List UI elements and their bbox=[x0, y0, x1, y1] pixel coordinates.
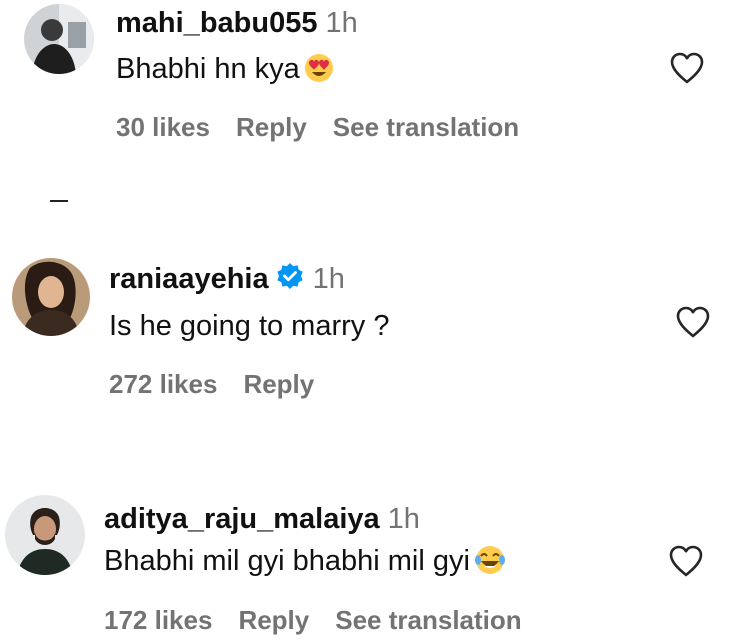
see-translation-button[interactable]: See translation bbox=[335, 605, 521, 635]
avatar[interactable] bbox=[24, 4, 94, 74]
comment-text: Is he going to marry ? bbox=[109, 309, 389, 343]
comment-body: Bhabhi hn kya bbox=[116, 53, 300, 85]
like-heart-icon[interactable] bbox=[669, 51, 705, 90]
reply-button[interactable]: Reply bbox=[236, 112, 307, 142]
avatar-photo bbox=[5, 495, 85, 575]
comment-header: mahi_babu055 1h bbox=[116, 6, 358, 40]
reply-button[interactable]: Reply bbox=[243, 369, 314, 399]
comment-body: Bhabhi mil gyi bhabhi mil gyi bbox=[104, 545, 470, 577]
timestamp: 1h bbox=[312, 263, 345, 295]
comment-actions: 272 likes Reply bbox=[109, 369, 340, 399]
divider bbox=[50, 200, 68, 202]
comment-header: raniaayehia 1h bbox=[109, 262, 345, 300]
avatar[interactable] bbox=[12, 258, 90, 336]
username[interactable]: raniaayehia bbox=[109, 263, 269, 295]
comment-item: mahi_babu055 1h Bhabhi hn kya 30 likes Rep… bbox=[0, 0, 739, 200]
like-heart-icon[interactable] bbox=[668, 544, 704, 583]
comment-actions: 30 likes Reply See translation bbox=[116, 112, 545, 142]
comment-actions: 172 likes Reply See translation bbox=[104, 605, 548, 635]
comment-text: Bhabhi hn kya bbox=[116, 52, 334, 91]
likes-count[interactable]: 272 likes bbox=[109, 369, 217, 399]
verified-badge-icon bbox=[275, 262, 305, 300]
username[interactable]: mahi_babu055 bbox=[116, 7, 317, 39]
laughing-tears-emoji-icon bbox=[474, 545, 506, 583]
comment-header: aditya_raju_malaiya 1h bbox=[104, 502, 420, 536]
comment-item: raniaayehia 1h Is he going to marry ? 27… bbox=[0, 250, 739, 430]
comment-body: Is he going to marry ? bbox=[109, 310, 390, 342]
username[interactable]: aditya_raju_malaiya bbox=[104, 503, 380, 535]
likes-count[interactable]: 172 likes bbox=[104, 605, 212, 635]
avatar-photo bbox=[24, 4, 94, 74]
heart-eyes-emoji-icon bbox=[304, 53, 334, 91]
like-heart-icon[interactable] bbox=[675, 305, 711, 344]
comment-text: Bhabhi mil gyi bhabhi mil gyi bbox=[104, 544, 506, 583]
avatar-photo bbox=[12, 258, 90, 336]
avatar[interactable] bbox=[5, 495, 85, 575]
timestamp: 1h bbox=[325, 7, 358, 39]
timestamp: 1h bbox=[387, 503, 420, 535]
likes-count[interactable]: 30 likes bbox=[116, 112, 210, 142]
see-translation-button[interactable]: See translation bbox=[333, 112, 519, 142]
reply-button[interactable]: Reply bbox=[238, 605, 309, 635]
comment-item: aditya_raju_malaiya 1h Bhabhi mil gyi bha… bbox=[0, 488, 739, 643]
